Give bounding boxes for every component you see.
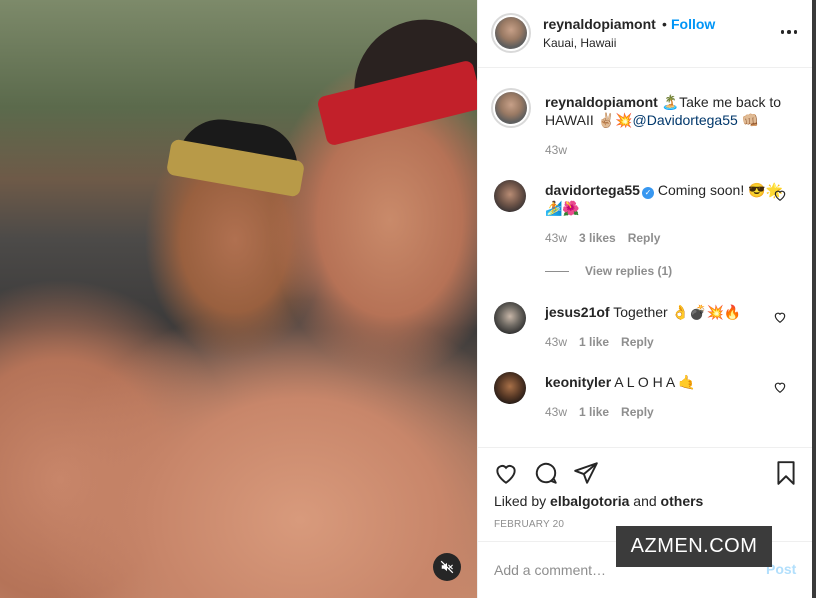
comment-avatar[interactable] [494, 180, 526, 212]
reply-button[interactable]: Reply [628, 231, 661, 245]
comment-avatar[interactable] [494, 372, 526, 404]
caption-mention[interactable]: @Davidortega55 [633, 112, 738, 128]
liked-prefix: Liked by [494, 493, 551, 509]
comment: jesus21of Together 👌💣💥🔥 [545, 303, 785, 321]
instagram-post-view: reynaldopiamont • Follow Kauai, Hawaii r… [0, 0, 816, 598]
liked-user[interactable]: elbalgotoria [550, 493, 629, 509]
comment-likes[interactable]: 1 like [579, 335, 609, 349]
post-video[interactable] [0, 0, 497, 598]
comment-icon [535, 462, 557, 484]
verified-icon: ✓ [641, 187, 654, 199]
heart-icon[interactable] [773, 310, 787, 324]
like-button[interactable] [493, 460, 519, 486]
post-date[interactable]: FEBRUARY 20 [494, 519, 564, 530]
heart-icon [496, 465, 516, 484]
liked-others[interactable]: others [661, 493, 704, 509]
watermark: AZMEN.COM [616, 526, 772, 567]
reply-button[interactable]: Reply [621, 405, 654, 419]
more-icon-dot [793, 30, 798, 34]
bookmark-icon [777, 461, 795, 485]
author-username[interactable]: reynaldopiamont [543, 16, 656, 32]
comment-age[interactable]: 43w [545, 405, 567, 419]
comment-age[interactable]: 43w [545, 335, 567, 349]
caption-tail: 👊🏼 [737, 112, 760, 128]
share-button[interactable] [573, 460, 599, 486]
comment-username[interactable]: jesus21of [545, 304, 610, 320]
post-header: reynaldopiamont • Follow Kauai, Hawaii [478, 0, 813, 68]
comment-likes[interactable]: 3 likes [579, 231, 616, 245]
author-avatar[interactable] [491, 13, 531, 53]
comment-avatar[interactable] [494, 302, 526, 334]
comment-age[interactable]: 43w [545, 231, 567, 245]
post-location[interactable]: Kauai, Hawaii [543, 36, 616, 50]
comments-list[interactable]: reynaldopiamont 🏝️Take me back to HAWAII… [478, 69, 813, 447]
comment-button[interactable] [533, 460, 559, 486]
mute-button[interactable] [433, 553, 461, 581]
caption-meta: 43w [545, 143, 567, 157]
reply-button[interactable]: Reply [621, 335, 654, 349]
background-edge [812, 0, 816, 598]
share-icon [574, 462, 598, 484]
save-button[interactable] [773, 460, 799, 486]
post-panel: reynaldopiamont • Follow Kauai, Hawaii r… [477, 0, 813, 598]
comment-username[interactable]: keonityler [545, 374, 611, 390]
comment-text: A L O H A 🤙 [614, 374, 696, 390]
comment: davidortega55 ✓ Coming soon! 😎🌟🏄🌺 [545, 181, 785, 217]
comment-username[interactable]: davidortega55 [545, 182, 640, 198]
caption-age[interactable]: 43w [545, 143, 567, 157]
more-icon [780, 30, 785, 34]
comment: keonityler A L O H A 🤙 [545, 373, 785, 391]
replies-divider [545, 270, 569, 272]
comment-meta: 43w 3 likes Reply [545, 231, 660, 245]
caption: reynaldopiamont 🏝️Take me back to HAWAII… [545, 93, 785, 129]
separator-dot: • [662, 16, 667, 32]
view-replies-label: View replies (1) [585, 264, 673, 278]
mute-icon [440, 560, 454, 574]
liked-and: and [629, 493, 661, 509]
caption-username[interactable]: reynaldopiamont [545, 94, 658, 110]
liked-by: Liked by elbalgotoria and others [494, 493, 703, 509]
comment-meta: 43w 1 like Reply [545, 405, 654, 419]
comment-meta: 43w 1 like Reply [545, 335, 654, 349]
comment-text: Together 👌💣💥🔥 [613, 304, 742, 320]
follow-button[interactable]: Follow [671, 16, 715, 32]
heart-icon[interactable] [773, 188, 787, 202]
view-replies-button[interactable]: View replies (1) [545, 264, 672, 278]
more-icon-dot [787, 30, 791, 34]
more-options-button[interactable] [778, 22, 800, 42]
caption-avatar[interactable] [491, 88, 531, 128]
heart-icon[interactable] [773, 380, 787, 394]
comment-likes[interactable]: 1 like [579, 405, 609, 419]
